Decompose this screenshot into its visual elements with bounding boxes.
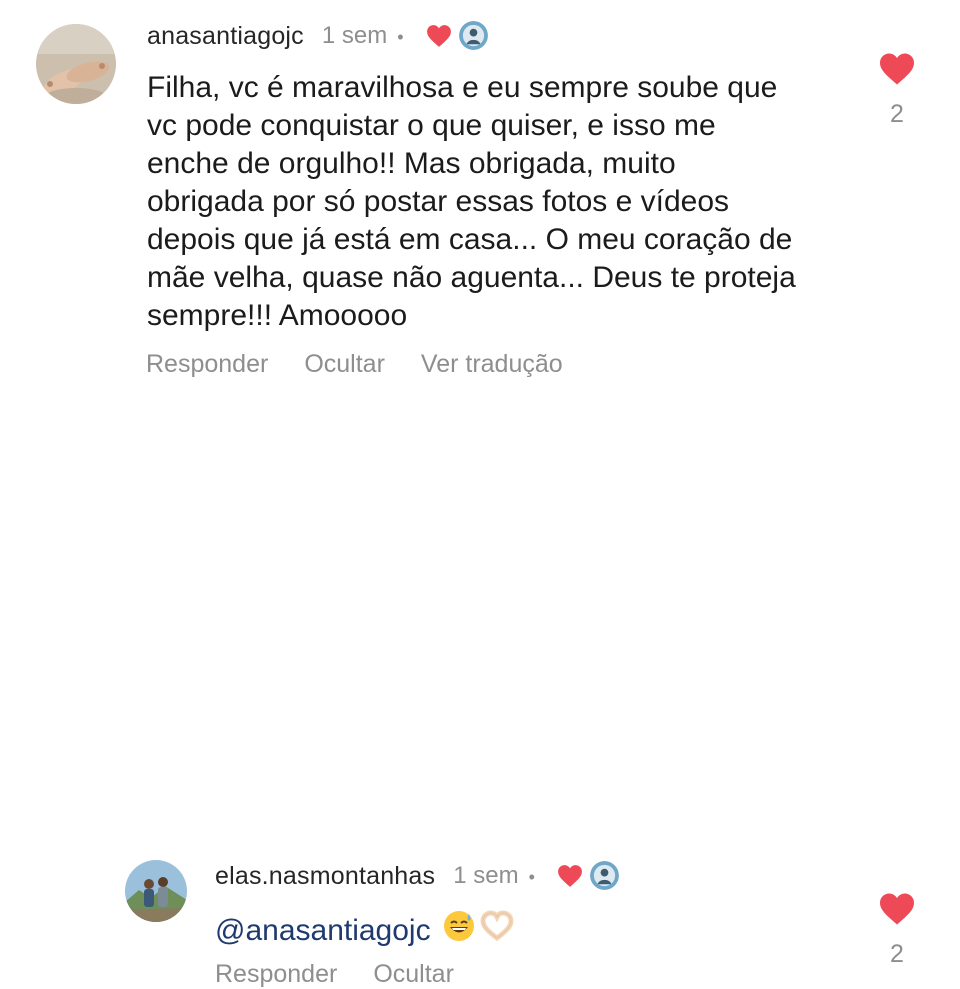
avatar-mountain-couple-icon [125, 860, 187, 922]
username[interactable]: anasantiagojc [147, 22, 304, 51]
grinning-sweat-emoji-icon [443, 910, 475, 952]
hide-button[interactable]: Ocultar [373, 960, 454, 989]
reply-comment: elas.nasmontanhas 1 sem • @anasantiagojc [0, 420, 960, 988]
comment-actions: Responder Ocultar [215, 960, 490, 989]
timestamp: 1 sem [453, 862, 519, 889]
liked-by-author [557, 860, 621, 892]
comment: anasantiagojc 1 sem • Filha, vc é maravi… [0, 0, 960, 400]
like-heart-icon[interactable] [878, 892, 916, 926]
like-control: 2 [867, 892, 927, 969]
liked-by-author [426, 20, 490, 52]
reply-button[interactable]: Responder [215, 960, 337, 989]
avatar[interactable] [125, 860, 187, 922]
translate-button[interactable]: Ver tradução [421, 350, 563, 379]
comment-text: Filha, vc é maravilhosa e eu sempre soub… [147, 71, 796, 332]
like-count[interactable]: 2 [867, 100, 927, 129]
comment-text: @anasantiagojc [215, 910, 515, 952]
avatar[interactable] [36, 24, 116, 104]
mention-link[interactable]: @anasantiagojc [215, 912, 431, 950]
comment-header: anasantiagojc 1 sem • [147, 16, 490, 56]
comment-header: elas.nasmontanhas 1 sem • [215, 856, 621, 896]
like-heart-icon[interactable] [878, 52, 916, 86]
timestamp: 1 sem [321, 22, 388, 49]
hide-button[interactable]: Ocultar [304, 350, 385, 379]
heart-icon [426, 25, 451, 47]
like-control: 2 [867, 52, 927, 129]
separator-dot: • [528, 866, 535, 887]
author-avatar-icon [458, 21, 488, 50]
heart-icon [557, 865, 582, 887]
username[interactable]: elas.nasmontanhas [215, 862, 435, 891]
heart-hands-emoji-icon [479, 910, 515, 952]
reply-button[interactable]: Responder [146, 350, 268, 379]
comment-actions: Responder Ocultar Ver tradução [146, 350, 599, 379]
author-avatar-icon [589, 861, 619, 890]
separator-dot: • [397, 26, 404, 47]
like-count[interactable]: 2 [867, 940, 927, 969]
avatar-beach-feet-icon [36, 24, 116, 104]
